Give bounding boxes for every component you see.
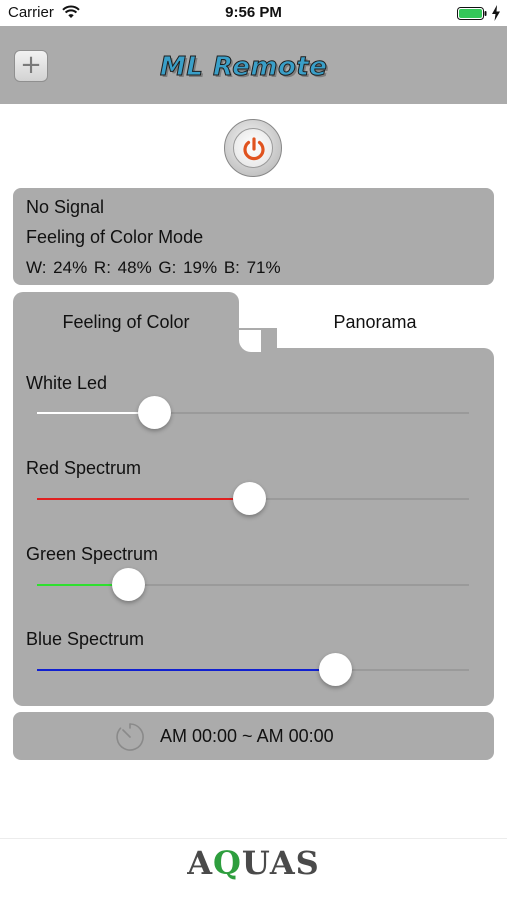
white-led-slider[interactable]: [37, 396, 469, 429]
slider-thumb[interactable]: [319, 653, 353, 686]
slider-thumb[interactable]: [111, 568, 145, 601]
power-icon: [243, 137, 265, 161]
slider-label-blue: Blue Spectrum: [26, 629, 145, 649]
slider-label-green: Green Spectrum: [26, 544, 159, 564]
mode-label: Feeling of Color Mode: [26, 227, 204, 247]
slider-thumb[interactable]: [137, 396, 171, 429]
timer-icon: [116, 723, 144, 751]
charging-icon: [492, 5, 500, 21]
feeling-of-color-panel: White Led Red Spectrum Green Spectrum Bl…: [13, 328, 494, 706]
app-title: ML Remote: [160, 52, 328, 83]
slider-thumb[interactable]: [232, 482, 266, 515]
info-panel: No Signal Feeling of Color Mode W: 24% R…: [13, 188, 494, 285]
tab-notch: [239, 330, 261, 352]
timer-range: AM 00:00 ~ AM 00:00: [160, 726, 334, 746]
logo-part-1: A: [187, 844, 214, 882]
red-spectrum-slider[interactable]: [37, 482, 469, 515]
blue-spectrum-slider[interactable]: [37, 653, 469, 686]
status-time: 9:56 PM: [225, 4, 282, 21]
signal-status: No Signal: [26, 197, 105, 217]
logo-part-3: UAS: [241, 844, 320, 882]
slider-fill: [37, 669, 336, 671]
power-button[interactable]: [224, 119, 282, 177]
battery-icon: [457, 7, 487, 20]
tab-panorama[interactable]: Panorama: [260, 292, 490, 352]
timer-panel[interactable]: AM 00:00 ~ AM 00:00: [13, 712, 494, 760]
nav-bar: + ML Remote: [0, 26, 507, 104]
green-spectrum-slider[interactable]: [37, 568, 469, 601]
plus-icon: +: [20, 50, 42, 80]
logo-part-2: Q: [213, 844, 242, 882]
slider-fill: [37, 412, 154, 414]
slider-fill: [37, 498, 249, 500]
tab-feeling-of-color[interactable]: Feeling of Color: [13, 292, 239, 352]
power-button-face: [233, 128, 273, 168]
slider-label-white: White Led: [26, 373, 108, 393]
aquas-logo: AQUAS: [0, 844, 507, 882]
levels-readout: W: 24% R: 48% G: 19% B: 71%: [26, 258, 281, 277]
add-button[interactable]: +: [14, 50, 48, 82]
slider-label-red: Red Spectrum: [26, 458, 142, 478]
footer: AQUAS: [0, 838, 507, 900]
status-bar: Carrier 9:56 PM: [0, 0, 507, 26]
